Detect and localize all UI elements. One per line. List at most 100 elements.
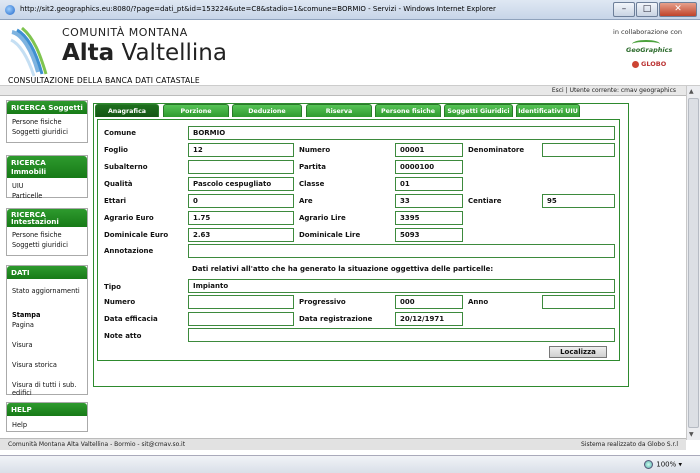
- agrario-euro-field[interactable]: 1.75: [188, 211, 294, 225]
- dominicale-euro-field[interactable]: 2.63: [188, 228, 294, 242]
- sidebar-item-visura-sub-edifici[interactable]: Visura di tutti i sub. edifici: [7, 380, 87, 398]
- agrario-euro-label: Agrario Euro: [104, 214, 154, 222]
- sidebar-heading-dati: DATI: [7, 266, 87, 279]
- zoom-icon: [644, 460, 654, 469]
- denominatore-label: Denominatore: [468, 146, 525, 154]
- comune-field[interactable]: BORMIO: [188, 126, 615, 140]
- tab-persone-fisiche[interactable]: Persone fisiche: [375, 104, 441, 117]
- org-name-bold: Alta: [62, 40, 115, 66]
- org-name-top: COMUNITÀ MONTANA: [62, 26, 188, 39]
- footer-contact[interactable]: Comunità Montana Alta Valtellina - Bormi…: [8, 441, 185, 448]
- user-status[interactable]: Esci | Utente corrente: cmav geographics: [552, 87, 676, 94]
- zoom-level: 100%: [656, 460, 677, 469]
- progressivo-field[interactable]: 000: [395, 295, 463, 309]
- annotazione-field[interactable]: [188, 244, 615, 258]
- maximize-button[interactable]: □: [636, 2, 658, 17]
- tab-deduzione[interactable]: Deduzione: [232, 104, 302, 117]
- sidebar-item-uiu[interactable]: UIU: [7, 181, 87, 191]
- sidebar-box-dati: DATI Stato aggiornamenti Stampa Pagina V…: [6, 265, 88, 398]
- data-efficacia-label: Data efficacia: [104, 315, 158, 323]
- foglio-label: Foglio: [104, 146, 128, 154]
- user-bar: Esci | Utente corrente: cmav geographics: [0, 86, 686, 96]
- dominicale-euro-label: Dominicale Euro: [104, 231, 169, 239]
- sidebar-item-pagina[interactable]: Pagina: [7, 320, 87, 330]
- collab-label: in collaborazione con: [613, 28, 682, 36]
- tab-riserva[interactable]: Riserva: [306, 104, 372, 117]
- browser-status-bar: 100% ▾: [0, 455, 700, 473]
- sidebar-heading-soggetti: RICERCA Soggetti: [7, 101, 87, 114]
- scroll-down-icon[interactable]: ▼: [689, 431, 694, 438]
- data-registrazione-label: Data registrazione: [299, 315, 373, 323]
- sidebar-box-help: HELP Help: [6, 402, 88, 432]
- sidebar-item-soggetti-giuridici[interactable]: Soggetti giuridici: [7, 127, 87, 137]
- globo-icon: [632, 60, 639, 68]
- ie-icon: [5, 5, 15, 15]
- numero-label: Numero: [299, 146, 331, 154]
- sidebar-heading-immobili: RICERCA Immobili: [7, 156, 87, 178]
- sidebar-item-persone-fisiche[interactable]: Persone fisiche: [7, 117, 87, 127]
- page-footer: Comunità Montana Alta Valtellina - Bormi…: [0, 438, 686, 450]
- dominicale-lire-label: Dominicale Lire: [299, 231, 361, 239]
- org-logo-icon: [10, 26, 48, 77]
- sidebar-item-int-soggetti-giuridici[interactable]: Soggetti giuridici: [7, 240, 87, 250]
- close-button[interactable]: ✕: [659, 2, 697, 17]
- subalterno-field[interactable]: [188, 160, 294, 174]
- atto-info-text: Dati relativi all'atto che ha generato l…: [192, 265, 494, 273]
- vertical-scrollbar[interactable]: ▲ ▼: [686, 86, 700, 440]
- org-name-main: Alta Valtellina: [62, 40, 227, 66]
- localizza-button[interactable]: Localizza: [549, 346, 607, 358]
- sidebar-label-stampa: Stampa: [12, 311, 41, 319]
- denominatore-field[interactable]: [542, 143, 615, 157]
- anno-field[interactable]: [542, 295, 615, 309]
- data-registrazione-field[interactable]: 20/12/1971: [395, 312, 463, 326]
- globo-logo-text: GLOBO: [641, 60, 667, 68]
- comune-label: Comune: [104, 129, 136, 137]
- zoom-control[interactable]: 100% ▾: [644, 460, 682, 469]
- agrario-lire-field[interactable]: 3395: [395, 211, 463, 225]
- classe-field[interactable]: 01: [395, 177, 463, 191]
- partita-label: Partita: [299, 163, 326, 171]
- sidebar-box-intestazioni: RICERCA Intestazioni Persone fisiche Sog…: [6, 208, 88, 256]
- scroll-up-icon[interactable]: ▲: [689, 88, 694, 95]
- dominicale-lire-field[interactable]: 5093: [395, 228, 463, 242]
- numero-field[interactable]: 00001: [395, 143, 463, 157]
- ettari-field[interactable]: 0: [188, 194, 294, 208]
- geographics-logo-text: GeoGraphics: [626, 46, 673, 54]
- qualita-field[interactable]: Pascolo cespugliato: [188, 177, 294, 191]
- sidebar-heading-intestazioni: RICERCA Intestazioni: [7, 209, 87, 227]
- are-field[interactable]: 33: [395, 194, 463, 208]
- numero-atto-field[interactable]: [188, 295, 294, 309]
- footer-credits: Sistema realizzato da Globo S.r.l: [581, 441, 678, 448]
- window-title-bar: http://sit2.geographics.eu:8080/?page=da…: [0, 0, 700, 20]
- sidebar-box-immobili: RICERCA Immobili UIU Particelle: [6, 155, 88, 201]
- sidebar-item-help[interactable]: Help: [7, 420, 87, 430]
- sidebar-item-particelle[interactable]: Particelle: [7, 191, 87, 201]
- sidebar-item-visura[interactable]: Visura: [7, 340, 87, 350]
- tab-porzione[interactable]: Porzione: [163, 104, 229, 117]
- globo-logo: GLOBO: [632, 60, 672, 72]
- tab-identificativi-uiu[interactable]: Identificativi UIU: [516, 104, 580, 117]
- sidebar-box-soggetti: RICERCA Soggetti Persone fisiche Soggett…: [6, 100, 88, 143]
- subalterno-label: Subalterno: [104, 163, 148, 171]
- sidebar-heading-help: HELP: [7, 403, 87, 416]
- tab-anagrafica[interactable]: Anagrafica: [95, 104, 159, 117]
- sidebar-item-visura-storica[interactable]: Visura storica: [7, 360, 87, 370]
- annotazione-label: Annotazione: [104, 247, 154, 255]
- scroll-thumb[interactable]: [688, 98, 699, 428]
- minimize-button[interactable]: –: [613, 2, 635, 17]
- progressivo-label: Progressivo: [299, 298, 346, 306]
- sidebar-item-stato-aggiornamenti[interactable]: Stato aggiornamenti: [7, 286, 87, 296]
- centiare-field[interactable]: 95: [542, 194, 615, 208]
- tab-soggetti-giuridici[interactable]: Soggetti Giuridici: [444, 104, 513, 117]
- note-atto-field[interactable]: [188, 328, 615, 342]
- window-title: http://sit2.geographics.eu:8080/?page=da…: [20, 5, 496, 13]
- tipo-label: Tipo: [104, 283, 121, 291]
- page-subtitle: CONSULTAZIONE DELLA BANCA DATI CATASTALE: [8, 76, 200, 85]
- foglio-field[interactable]: 12: [188, 143, 294, 157]
- data-efficacia-field[interactable]: [188, 312, 294, 326]
- agrario-lire-label: Agrario Lire: [299, 214, 346, 222]
- partita-field[interactable]: 0000100: [395, 160, 463, 174]
- tipo-field[interactable]: Impianto: [188, 279, 615, 293]
- sidebar-item-int-persone-fisiche[interactable]: Persone fisiche: [7, 230, 87, 240]
- page-header: COMUNITÀ MONTANA Alta Valtellina CONSULT…: [0, 20, 700, 86]
